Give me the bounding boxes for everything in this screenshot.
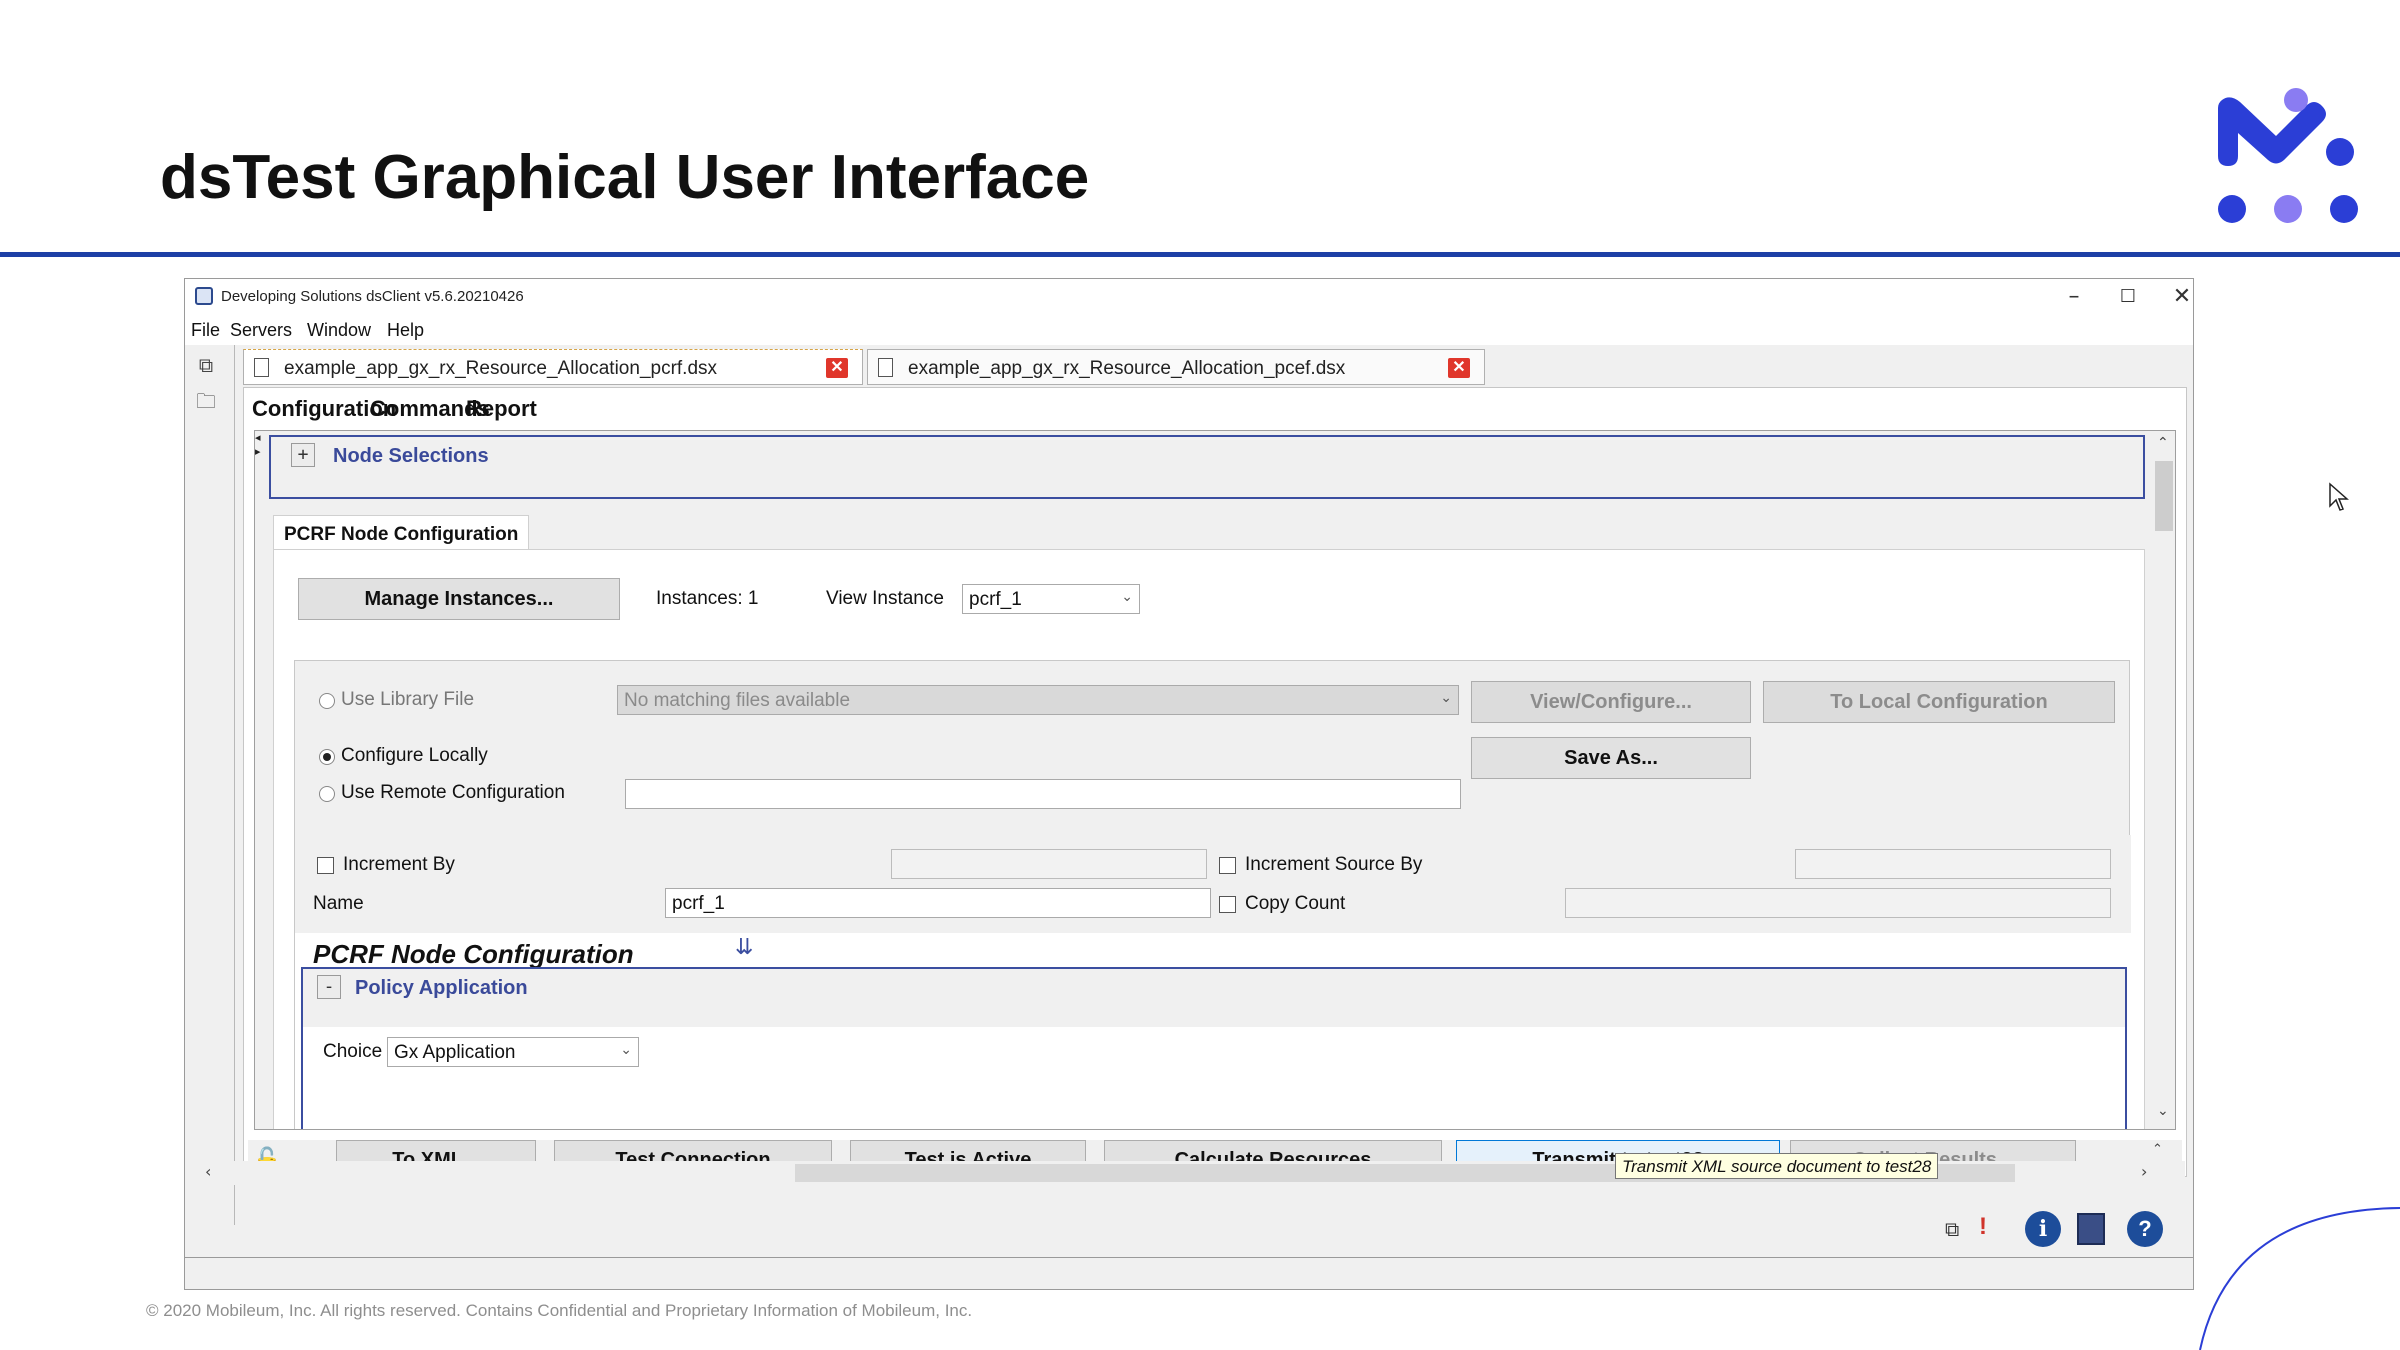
restore-windows-icon[interactable]: ⧉: [193, 353, 219, 377]
copy-count-label: Copy Count: [1245, 893, 1346, 914]
remote-config-field[interactable]: [625, 779, 1461, 809]
node-selections-label[interactable]: Node Selections: [333, 445, 489, 468]
vertical-scrollbar[interactable]: ⌃ ⌄: [2153, 433, 2175, 1129]
file-icon: [878, 358, 893, 377]
use-library-label: Use Library File: [341, 689, 475, 710]
doc-tab-pcrf[interactable]: example_app_gx_rx_Resource_Allocation_pc…: [243, 349, 863, 385]
tab-report[interactable]: Report: [466, 396, 537, 422]
use-remote-radio[interactable]: [319, 786, 335, 802]
policy-application-section: - Policy Application Choice Gx Applicati…: [301, 967, 2127, 1129]
chevron-down-icon: ⌄: [620, 1042, 632, 1058]
file-icon: [254, 358, 269, 377]
scroll-down-icon[interactable]: ⌄: [2157, 1103, 2169, 1119]
menu-window[interactable]: Window: [307, 320, 371, 341]
dsclient-window: Developing Solutions dsClient v5.6.20210…: [184, 278, 2194, 1290]
status-bar: [185, 1257, 2193, 1289]
increment-by-checkbox[interactable]: [317, 857, 334, 874]
title-divider: [0, 252, 2400, 257]
pcrf-node-config-tab[interactable]: PCRF Node Configuration: [273, 515, 530, 549]
policy-body: Choice Gx Application ⌄: [303, 1027, 2125, 1129]
close-tab-icon[interactable]: ✕: [1448, 358, 1470, 378]
increment-source-checkbox[interactable]: [1219, 857, 1236, 874]
decorative-arc: [2199, 1207, 2400, 1350]
save-as-button[interactable]: Save As...: [1471, 737, 1751, 779]
scrollbar-thumb[interactable]: [2155, 461, 2173, 531]
menu-help[interactable]: Help: [387, 320, 424, 341]
collapse-policy-button[interactable]: -: [317, 975, 341, 999]
mobileum-logo: [2218, 88, 2358, 223]
slide-title: dsTest Graphical User Interface: [160, 143, 1090, 212]
increment-area: Increment By Increment Source By Name pc…: [295, 835, 2131, 1129]
scroll-up-icon[interactable]: ⌃: [2157, 435, 2169, 451]
scroll-left-icon[interactable]: ‹: [205, 1162, 211, 1181]
doc-tab-label: example_app_gx_rx_Resource_Allocation_pc…: [284, 358, 718, 379]
library-file-select: No matching files available ⌄: [617, 685, 1459, 715]
copy-count-field: [1565, 888, 2111, 918]
app-icon: [195, 287, 213, 305]
configuration-scroll-area[interactable]: ◂ ▸ + Node Selections PCRF Node Configura…: [254, 430, 2176, 1130]
choice-value: Gx Application: [394, 1042, 516, 1063]
configure-locally-label: Configure Locally: [341, 745, 488, 766]
configuration-source-box: Use Library File No matching files avail…: [294, 660, 2131, 1129]
alert-icon[interactable]: !: [1979, 1213, 1987, 1241]
choice-label: Choice: [323, 1041, 383, 1062]
double-chevron-down-icon[interactable]: ⇊: [735, 935, 753, 960]
close-button[interactable]: ✕: [2159, 283, 2205, 311]
use-library-radio[interactable]: [319, 693, 335, 709]
pcrf-node-config-heading: PCRF Node Configuration: [313, 939, 634, 969]
policy-application-label[interactable]: Policy Application: [355, 977, 528, 1000]
scroll-right-icon[interactable]: ›: [2141, 1162, 2147, 1181]
instances-count: Instances: 1: [656, 588, 759, 609]
transmit-tooltip: Transmit XML source document to test28: [1615, 1153, 1939, 1179]
name-field[interactable]: pcrf_1: [665, 888, 1211, 918]
menu-servers[interactable]: Servers: [230, 320, 292, 341]
expand-node-selections-button[interactable]: +: [291, 443, 315, 467]
notebook-icon[interactable]: [2077, 1213, 2105, 1245]
view-instance-label: View Instance: [826, 588, 944, 609]
mouse-cursor-icon: [2329, 482, 2349, 511]
help-icon[interactable]: ?: [2127, 1211, 2163, 1247]
info-icon[interactable]: i: [2025, 1211, 2061, 1247]
library-file-value: No matching files available: [624, 690, 851, 711]
window-titlebar[interactable]: Developing Solutions dsClient v5.6.20210…: [185, 279, 2193, 315]
node-selections-section: + Node Selections: [269, 435, 2145, 499]
increment-source-field: [1795, 849, 2111, 879]
name-label: Name: [313, 893, 364, 914]
open-folder-icon[interactable]: 🗀: [193, 387, 219, 413]
close-tab-icon[interactable]: ✕: [826, 358, 848, 378]
increment-by-label: Increment By: [343, 854, 455, 875]
pcrf-node-section: PCRF Node Configuration ⇊ - Policy Appli…: [295, 933, 2131, 1129]
view-instance-value: pcrf_1: [969, 589, 1022, 610]
configure-locally-radio[interactable]: [319, 749, 335, 765]
menu-bar: File Servers Window Help: [185, 315, 2193, 345]
manage-instances-button[interactable]: Manage Instances...: [298, 578, 620, 620]
menu-file[interactable]: File: [191, 320, 220, 341]
increment-source-label: Increment Source By: [1245, 854, 1423, 875]
window-title: Developing Solutions dsClient v5.6.20210…: [221, 288, 524, 305]
restore-window-icon[interactable]: ⧉: [1945, 1217, 1959, 1241]
pcrf-config-body: Manage Instances... Instances: 1 View In…: [273, 549, 2145, 1129]
copyright-footer: © 2020 Mobileum, Inc. All rights reserve…: [146, 1301, 973, 1320]
minimize-button[interactable]: –: [2051, 283, 2097, 311]
to-local-configuration-button: To Local Configuration: [1763, 681, 2115, 723]
view-instance-select[interactable]: pcrf_1 ⌄: [962, 584, 1140, 614]
choice-select[interactable]: Gx Application ⌄: [387, 1037, 639, 1067]
doc-tab-label: example_app_gx_rx_Resource_Allocation_pc…: [908, 358, 1346, 379]
increment-by-field: [891, 849, 1207, 879]
document-panel: Configuration Commands Report ◂ ▸ + Node …: [243, 387, 2187, 1180]
status-icon-tray: ⧉ ! i ?: [1945, 1209, 2185, 1249]
collapse-arrows-icon[interactable]: ◂ ▸: [255, 431, 265, 461]
left-toolbar: ⧉ 🗀: [185, 345, 235, 1225]
maximize-button[interactable]: ☐: [2105, 283, 2151, 311]
view-configure-button: View/Configure...: [1471, 681, 1751, 723]
chevron-down-icon: ⌄: [1440, 690, 1452, 706]
use-remote-label: Use Remote Configuration: [341, 782, 565, 803]
chevron-down-icon: ⌄: [1121, 589, 1133, 605]
copy-count-checkbox[interactable]: [1219, 896, 1236, 913]
doc-tab-pcef[interactable]: example_app_gx_rx_Resource_Allocation_pc…: [867, 349, 1485, 385]
